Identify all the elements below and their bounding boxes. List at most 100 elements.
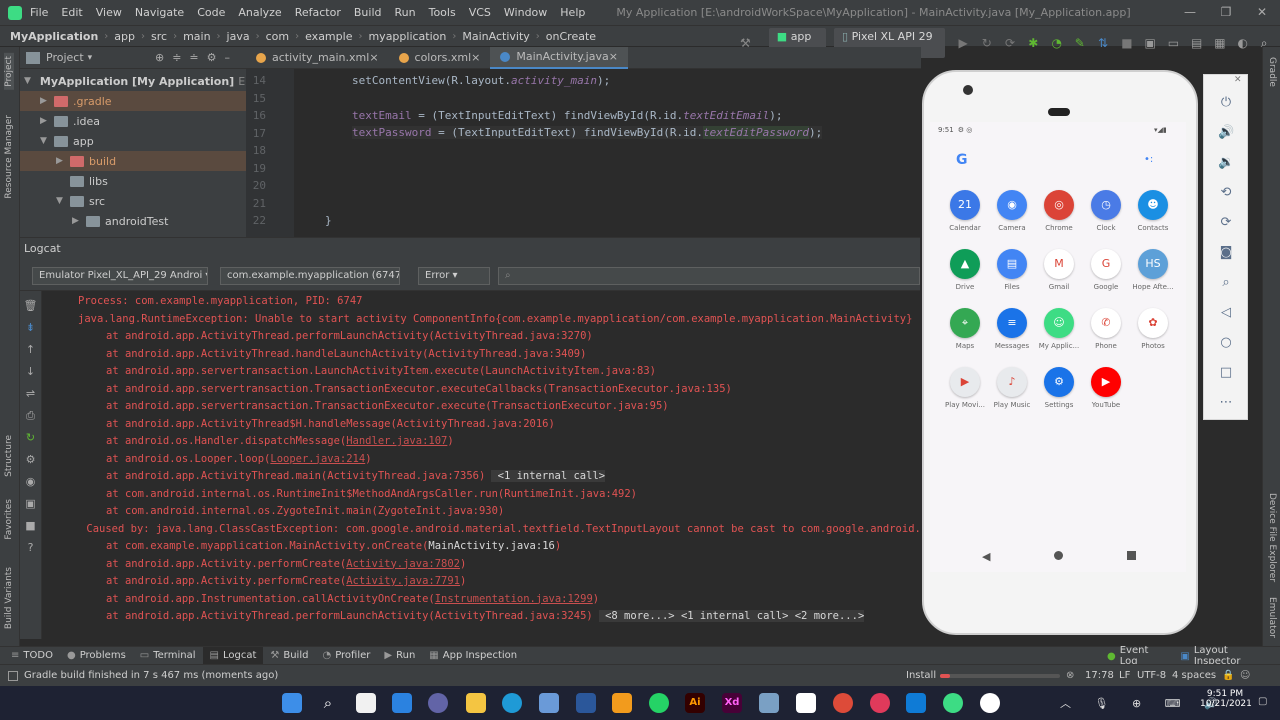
log-line[interactable]: at android.app.ActivityThread.handleLaun… (106, 348, 586, 360)
close-tab-icon[interactable]: × (369, 51, 378, 64)
task-view-icon[interactable] (356, 693, 376, 713)
up-icon[interactable]: ↑ (20, 339, 41, 361)
log-line[interactable]: at android.app.ActivityThread.performLau… (106, 330, 593, 342)
cancel-install-icon[interactable]: ⊗ (1066, 670, 1074, 681)
debug-icon[interactable]: ✱ (1028, 35, 1043, 51)
collapsed-frames[interactable]: <1 internal call> (491, 470, 606, 482)
app-contacts[interactable]: ☻ Contacts (1130, 190, 1176, 232)
structure-tool-tab[interactable]: Structure (4, 435, 14, 477)
home-icon[interactable]: ○ (1218, 335, 1234, 351)
device-select[interactable]: Emulator Pixel_XL_API_29 Androi ▾ (32, 267, 208, 285)
stop-icon[interactable]: ■ (20, 515, 41, 537)
mail-icon[interactable] (906, 693, 926, 713)
device-file-explorer-tool-tab[interactable]: Device File Explorer (1267, 493, 1277, 582)
profile-icon[interactable]: ◔ (1051, 35, 1066, 51)
breadcrumb-item[interactable]: onCreate (546, 30, 596, 43)
app-gmail[interactable]: M Gmail (1036, 249, 1082, 291)
log-source-link[interactable]: Activity.java:7802 (346, 558, 460, 570)
indent-setting[interactable]: 4 spaces (1172, 670, 1216, 681)
line-separator[interactable]: LF (1119, 670, 1130, 681)
menu-vcs[interactable]: VCS (469, 6, 491, 19)
app-my-applic[interactable]: ☺ My Applic... (1036, 308, 1082, 350)
log-level-select[interactable]: Error ▾ (418, 267, 490, 285)
log-line[interactable]: java.lang.RuntimeException: Unable to st… (78, 313, 912, 325)
help-icon[interactable]: ? (20, 537, 41, 559)
file-encoding[interactable]: UTF-8 (1137, 670, 1166, 681)
search-icon[interactable]: ⌕ (318, 693, 338, 713)
stop-icon[interactable]: ■ (1121, 35, 1136, 51)
restart-icon[interactable]: ↻ (20, 427, 41, 449)
volume-down-icon[interactable]: 🔉 (1218, 155, 1234, 171)
status-toggle-icon[interactable] (8, 670, 18, 681)
run-icon[interactable]: ▶ (958, 35, 973, 51)
more-icon[interactable]: ⋯ (1218, 395, 1234, 411)
word-icon[interactable] (576, 693, 596, 713)
event-log-tab[interactable]: ● Event Log (1100, 645, 1173, 667)
menu-view[interactable]: View (96, 6, 122, 19)
volume-up-icon[interactable]: 🔊 (1218, 125, 1234, 141)
log-line[interactable]: at android.app.ActivityThread.performLau… (106, 610, 865, 622)
tool-tab-todo[interactable]: ≡ TODO (4, 647, 60, 665)
attach-debugger-icon[interactable]: ✎ (1075, 35, 1090, 51)
inspector-icon[interactable]: ☺ (1240, 670, 1250, 681)
emulator-screen[interactable]: 9:51 ⚙ ◎ ▾◢▮ G •: 21 Calendar ◉ Camera ◎ Chro… (930, 122, 1186, 572)
tool-tab-terminal[interactable]: ▭ Terminal (133, 647, 203, 665)
build-variants-tool-tab[interactable]: Build Variants (4, 567, 14, 629)
app-clock[interactable]: ◷ Clock (1083, 190, 1129, 232)
app-maps[interactable]: ⌖ Maps (942, 308, 988, 350)
app-settings[interactable]: ⚙ Settings (1036, 367, 1082, 409)
system-clock[interactable]: 9:51 PM 10/21/2021 (1200, 689, 1252, 709)
log-line[interactable]: at android.app.Instrumentation.callActiv… (106, 593, 599, 605)
app-hope-afte[interactable]: HS Hope Afte... (1130, 249, 1176, 291)
caret-position[interactable]: 17:78 (1085, 670, 1114, 681)
breadcrumb-item[interactable]: example (305, 30, 352, 43)
close-tab-icon[interactable]: × (471, 51, 480, 64)
recents-nav-icon[interactable] (1127, 551, 1136, 560)
clear-logcat-icon[interactable]: 🗑 (20, 295, 41, 317)
log-line[interactable]: at com.android.internal.os.RuntimeInit$M… (106, 488, 637, 500)
close-tab-icon[interactable]: × (609, 50, 618, 63)
soft-wrap-icon[interactable]: ⇌ (20, 383, 41, 405)
app-phone[interactable]: ✆ Phone (1083, 308, 1129, 350)
log-source-link[interactable]: Activity.java:7791 (346, 575, 460, 587)
breadcrumb-item[interactable]: myapplication (368, 30, 446, 43)
locate-icon[interactable]: ⊕ (155, 51, 172, 64)
tool-tab-run[interactable]: ▶ Run (377, 647, 422, 665)
account-icon[interactable]: ◐ (1237, 35, 1252, 51)
app-google[interactable]: G Google (1083, 249, 1129, 291)
tree-item[interactable]: ▼ app (20, 131, 246, 151)
lock-icon[interactable]: 🔒 (1222, 670, 1234, 681)
project-tool-tab[interactable]: Project (4, 53, 14, 90)
avd-manager-icon[interactable]: ▤ (1191, 35, 1206, 51)
log-line[interactable]: at android.os.Looper.loop(Looper.java:21… (106, 453, 372, 465)
expand-all-icon[interactable]: ≐ (189, 51, 206, 64)
chevron-right-icon[interactable]: ▶ (40, 116, 50, 126)
log-source-link[interactable]: Handler.java:107 (346, 435, 447, 447)
app-camera[interactable]: ◉ Camera (989, 190, 1035, 232)
gear-icon[interactable]: ⚙ (20, 449, 41, 471)
sdk-manager-icon[interactable]: ▭ (1168, 35, 1183, 51)
menu-navigate[interactable]: Navigate (135, 6, 184, 19)
log-line[interactable]: Caused by: java.lang.ClassCastException:… (86, 523, 921, 535)
assistant-icon[interactable]: •: (1144, 154, 1153, 165)
logcat-output[interactable]: Process: com.example.myapplication, PID:… (42, 291, 921, 639)
rotate-right-icon[interactable]: ⟳ (1218, 215, 1234, 231)
log-line[interactable]: at android.app.servertransaction.Transac… (106, 400, 669, 412)
menu-run[interactable]: Run (395, 6, 416, 19)
rotate-left-icon[interactable]: ⟲ (1218, 185, 1234, 201)
tab-colors-xml[interactable]: colors.xml × (389, 47, 491, 69)
tool-tab-profiler[interactable]: ◔ Profiler (315, 647, 377, 665)
tool-tab-logcat[interactable]: ▤ Logcat (202, 646, 264, 665)
down-icon[interactable]: ↓ (20, 361, 41, 383)
chevron-down-icon[interactable]: ▼ (40, 136, 50, 146)
menu-help[interactable]: Help (560, 6, 585, 19)
apply-changes-icon[interactable]: ↻ (982, 35, 997, 51)
tree-item[interactable]: ▶ androidTest (20, 211, 246, 231)
log-line[interactable]: at android.app.Activity.performCreate(Ac… (106, 558, 466, 570)
collapse-all-icon[interactable]: ≑ (172, 51, 189, 64)
back-icon[interactable]: ◁ (1218, 305, 1234, 321)
app-generic-icon[interactable] (796, 693, 816, 713)
breadcrumb-item[interactable]: src (151, 30, 167, 43)
overview-icon[interactable]: □ (1218, 365, 1234, 381)
illustrator-icon[interactable]: Ai (685, 693, 705, 713)
